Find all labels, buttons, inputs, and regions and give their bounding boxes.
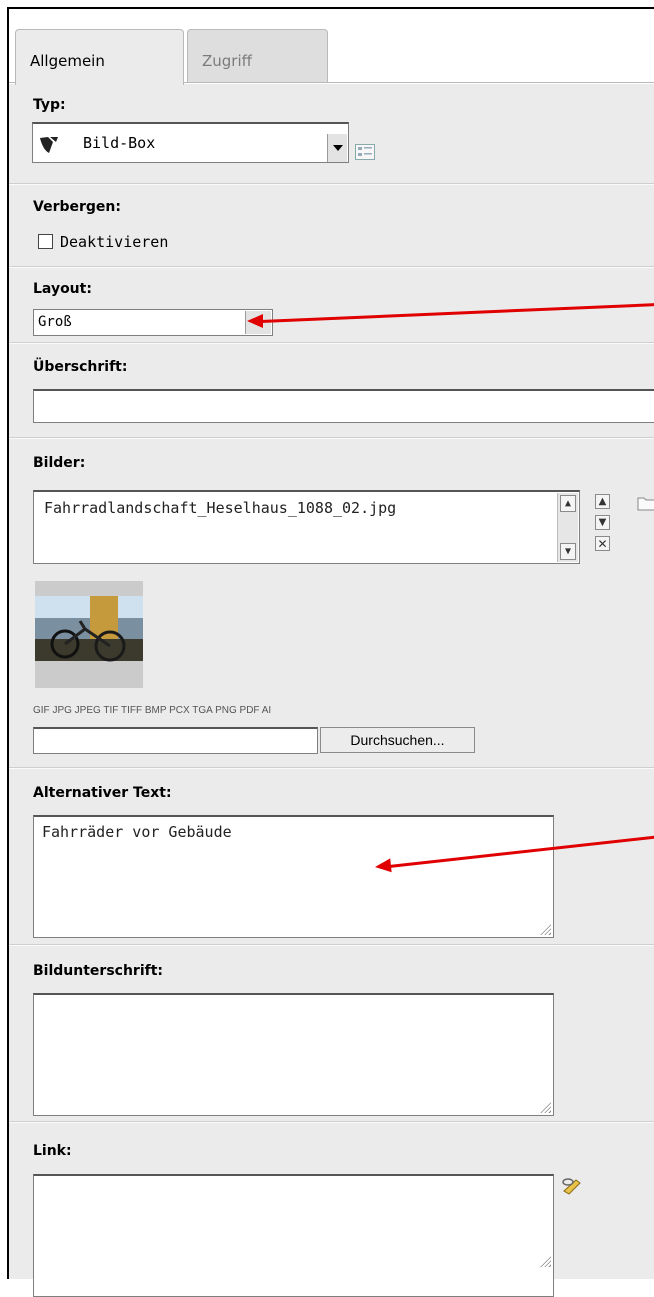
section-divider: [9, 437, 654, 439]
remove-button[interactable]: ✕: [595, 536, 610, 551]
ueberschrift-input[interactable]: [33, 389, 654, 423]
image-thumbnail[interactable]: [35, 581, 143, 688]
alt-text-textarea[interactable]: Fahrräder vor Gebäude: [33, 815, 554, 938]
tab-bar: Allgemein Zugriff: [9, 9, 654, 85]
scroll-down-button[interactable]: ▼: [560, 543, 576, 560]
folder-icon[interactable]: [637, 495, 654, 511]
resize-grip-icon[interactable]: [539, 1101, 551, 1113]
bilder-file-item[interactable]: Fahrradlandschaft_Heselhaus_1088_02.jpg: [44, 499, 396, 517]
section-divider: [9, 1121, 654, 1123]
verbergen-label: Verbergen:: [33, 199, 121, 215]
tab-allgemein[interactable]: Allgemein: [15, 29, 184, 85]
scroll-up-button[interactable]: ▲: [560, 495, 576, 512]
move-up-button[interactable]: ▲: [595, 494, 610, 509]
alt-text-value: Fahrräder vor Gebäude: [42, 823, 232, 841]
annotation-arrowhead: [247, 314, 263, 328]
link-textarea[interactable]: [33, 1174, 554, 1297]
typ-select[interactable]: Bild-Box: [32, 122, 349, 163]
typo3-logo-icon: [40, 137, 58, 153]
typ-dropdown-button[interactable]: [327, 134, 347, 162]
bildunterschrift-label: Bildunterschrift:: [33, 963, 163, 979]
bilder-file-list[interactable]: Fahrradlandschaft_Heselhaus_1088_02.jpg …: [33, 490, 580, 564]
typ-label: Typ:: [33, 97, 66, 113]
wizard-icon[interactable]: [355, 144, 375, 160]
section-divider: [9, 944, 654, 946]
layout-label: Layout:: [33, 281, 92, 297]
bildunterschrift-textarea[interactable]: [33, 993, 554, 1116]
section-divider: [9, 342, 654, 344]
tab-zugriff[interactable]: Zugriff: [187, 29, 328, 82]
resize-grip-icon[interactable]: [539, 1255, 551, 1267]
chevron-down-icon: [332, 145, 343, 151]
deaktivieren-label: Deaktivieren: [60, 233, 169, 251]
resize-grip-icon[interactable]: [539, 923, 551, 935]
alt-text-label: Alternativer Text:: [33, 785, 172, 801]
annotation-arrow: [260, 302, 654, 323]
move-down-button[interactable]: ▼: [595, 515, 610, 530]
deaktivieren-checkbox[interactable]: [38, 234, 53, 249]
file-upload-input[interactable]: [33, 727, 318, 754]
bicycle-photo: [35, 596, 143, 662]
bilder-label: Bilder:: [33, 455, 86, 471]
link-label: Link:: [33, 1143, 72, 1159]
section-divider: [9, 183, 654, 185]
content-element-form: Allgemein Zugriff Typ: Bild-Box Verberge…: [7, 7, 654, 1297]
section-divider: [9, 266, 654, 268]
link-wizard-icon[interactable]: [561, 1177, 583, 1195]
scrollbar[interactable]: ▲ ▼: [557, 493, 578, 562]
layout-value: Groß: [38, 314, 72, 330]
section-divider: [9, 767, 654, 769]
allowed-file-types: GIF JPG JPEG TIF TIFF BMP PCX TGA PNG PD…: [33, 705, 272, 716]
layout-select[interactable]: Groß: [33, 309, 273, 336]
annotation-arrowhead: [374, 858, 392, 874]
ueberschrift-label: Überschrift:: [33, 359, 128, 375]
durchsuchen-button[interactable]: Durchsuchen...: [320, 727, 475, 753]
typ-value: Bild-Box: [83, 134, 156, 152]
